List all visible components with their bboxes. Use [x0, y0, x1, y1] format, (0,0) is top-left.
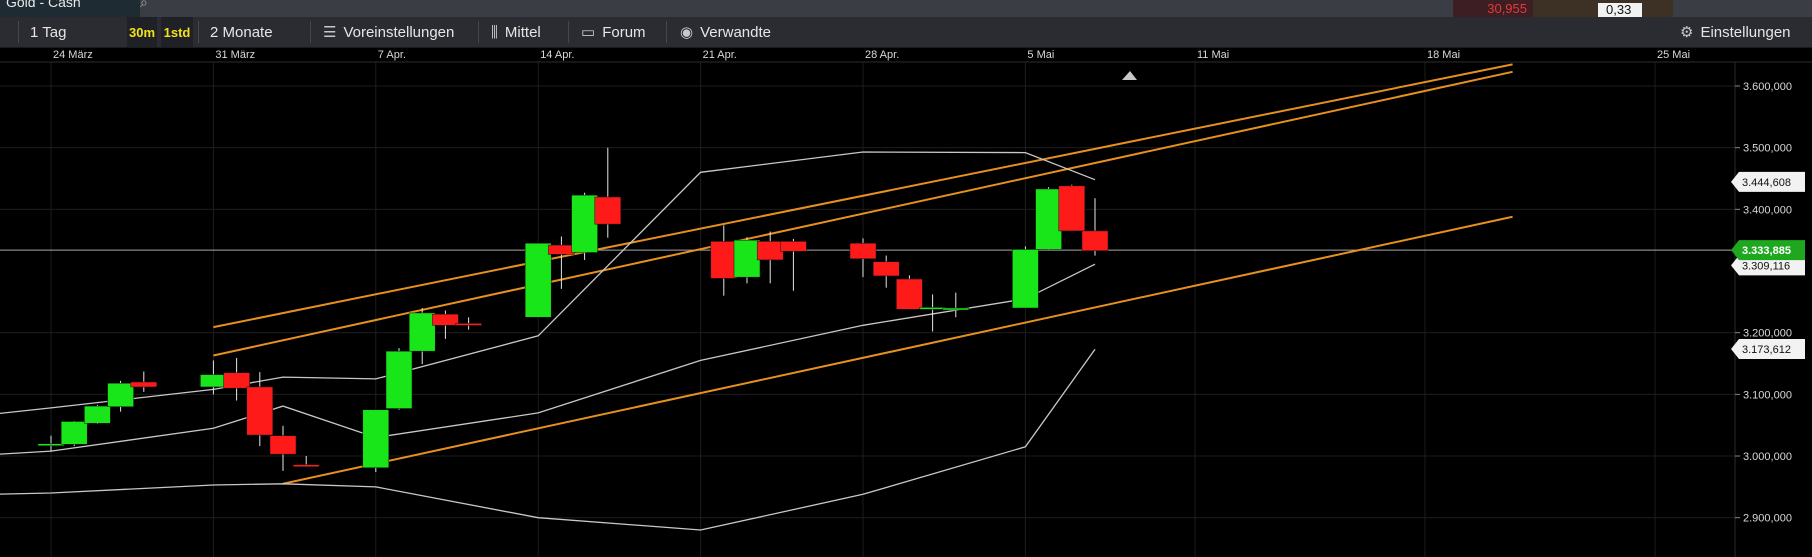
y-tick-label: 3.100,000 [1743, 389, 1792, 401]
upper-band-price-label: 3.444,608 [1742, 177, 1791, 189]
indicators-label: Mittel [504, 23, 541, 41]
related-label: Verwandte [700, 23, 771, 41]
candle-body [1012, 249, 1039, 309]
x-tick-label: 31 März [215, 49, 255, 61]
candle-body [432, 313, 459, 326]
x-tick-label: 28 Apr. [865, 49, 899, 61]
presets-label: Voreinstellungen [343, 23, 455, 41]
lower-band-price-label: 3.173,612 [1742, 344, 1791, 356]
toolbar: 1 Tag 30m 1std 2 Monate ☰ Voreinstellung… [0, 17, 1812, 48]
candle-body [548, 244, 575, 255]
toolbar-divider [568, 21, 569, 43]
candle-body [292, 464, 320, 467]
candle-body [756, 241, 784, 261]
red-value-box: 30,955 [1453, 0, 1533, 17]
x-tick-label: 25 Mai [1657, 49, 1690, 61]
candle-body [942, 307, 970, 311]
value-box: 0,33 [1598, 2, 1642, 17]
settings-button[interactable]: ⚙ Einstellungen [1680, 17, 1791, 47]
price-chart[interactable]: 24 März 31 März 7 Apr. 14 Apr. 21 Apr. 28 Apr… [0, 48, 1812, 557]
candle-body [1058, 185, 1086, 232]
candle-body [37, 443, 65, 446]
range-selector[interactable]: 2 Monate [210, 17, 273, 47]
candle-body [60, 421, 88, 445]
x-tick-label: 14 Apr. [540, 49, 574, 61]
candle-body [571, 194, 598, 253]
candle-body [594, 196, 622, 225]
y-tick-label: 3.400,000 [1743, 204, 1792, 216]
quick-30m-label: 30m [128, 24, 156, 40]
candle-body [223, 372, 250, 389]
eye-icon: ◉ [680, 24, 694, 41]
candle-body [130, 381, 158, 388]
x-tick-label: 7 Apr. [378, 49, 406, 61]
quick-interval-30m[interactable]: 30m [127, 17, 157, 47]
current-price-label: 3.333,885 [1742, 245, 1791, 257]
candle-body [896, 278, 923, 310]
toolbar-divider [666, 21, 667, 43]
x-tick-label: 24 März [53, 49, 93, 61]
gear-icon: ⚙ [1680, 24, 1694, 41]
candle-body [780, 241, 807, 252]
instrument-tab[interactable]: Gold - Cash ⌕ [0, 0, 148, 17]
x-tick-label: 18 Mai [1427, 49, 1460, 61]
candle-body [408, 312, 436, 352]
x-tick-label: 5 Mai [1027, 49, 1054, 61]
x-tick-label: 11 Mai [1197, 49, 1229, 61]
candle-body [1081, 230, 1109, 251]
y-tick-label: 3.600,000 [1743, 81, 1792, 93]
y-tick-label: 3.000,000 [1743, 451, 1792, 463]
candle-body [919, 307, 946, 310]
settings-label: Einstellungen [1700, 23, 1791, 41]
top-strip: Gold - Cash ⌕ 30,955 0,33 [0, 0, 1812, 17]
chat-bubble-icon: ▭ [581, 24, 596, 41]
candle-body [246, 386, 274, 436]
candle-body [849, 243, 877, 259]
toolbar-divider [18, 21, 19, 43]
y-tick-label: 3.200,000 [1743, 328, 1792, 340]
candle-body [524, 243, 552, 318]
indicators-button[interactable]: ⫼ Mittel [491, 17, 541, 47]
candle-body [733, 239, 761, 278]
middle-band-price-label: 3.309,116 [1742, 260, 1790, 272]
related-button[interactable]: ◉ Verwandte [680, 17, 771, 47]
candle-body [385, 350, 413, 409]
red-value: 30,955 [1487, 1, 1527, 16]
candle-body [872, 261, 900, 277]
y-tick-label: 3.500,000 [1743, 143, 1792, 155]
quick-interval-1std[interactable]: 1std [161, 17, 193, 47]
sliders-icon: ☰ [323, 24, 337, 41]
y-tick-label: 2.900,000 [1743, 513, 1792, 525]
box-value: 0,33 [1606, 2, 1632, 17]
candle-body [107, 382, 134, 407]
toolbar-divider [310, 21, 311, 43]
presets-button[interactable]: ☰ Voreinstellungen [323, 17, 454, 47]
candlestick-icon: ⫼ [491, 23, 498, 41]
instrument-name: Gold - Cash [6, 0, 81, 10]
candle-body [710, 241, 738, 279]
forum-label: Forum [602, 23, 646, 41]
candle-body [455, 323, 482, 326]
forum-button[interactable]: ▭ Forum [581, 17, 646, 47]
search-icon[interactable]: ⌕ [140, 0, 148, 11]
candle-body [200, 374, 227, 388]
candle-body [1035, 188, 1062, 250]
interval-selector[interactable]: 1 Tag [30, 17, 66, 47]
toolbar-divider [478, 21, 479, 43]
quick-1std-label: 1std [163, 24, 191, 40]
x-tick-label: 21 Apr. [703, 49, 737, 61]
candle-body [269, 435, 297, 455]
candle-body [362, 409, 390, 468]
candle-body [84, 405, 111, 424]
toolbar-divider [198, 21, 199, 43]
